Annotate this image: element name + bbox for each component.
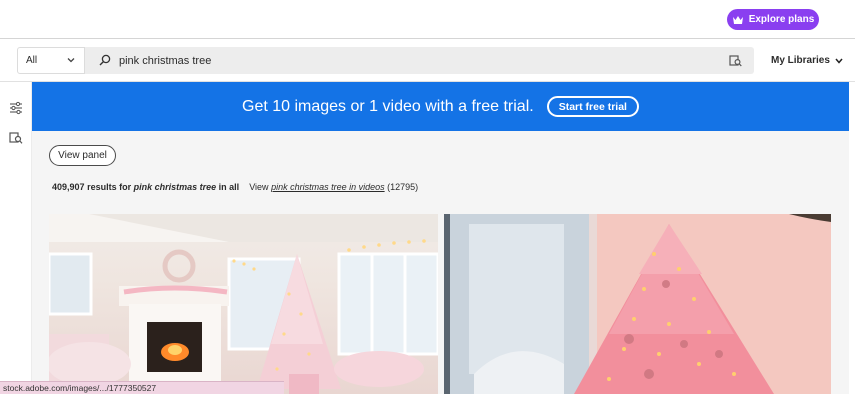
chevron-down-icon [67, 58, 75, 63]
magnifier-icon [99, 54, 111, 66]
search-bar: All pink christmas tree My Libraries [0, 40, 855, 82]
left-rail [0, 82, 32, 394]
chevron-down-icon [835, 58, 843, 64]
results-summary: 409,907 results for pink christmas tree … [52, 182, 418, 192]
scrollbar[interactable] [849, 82, 855, 394]
crown-icon [732, 15, 743, 24]
living-room-pink-tree-photo [49, 214, 438, 394]
video-results-link[interactable]: pink christmas tree in videos [271, 182, 385, 192]
top-bar: Explore plans [0, 0, 855, 39]
view-panel-button[interactable]: View panel [49, 145, 116, 166]
my-libraries-label: My Libraries [771, 55, 830, 66]
pink-christmas-tree-window-photo [444, 214, 831, 394]
view-prefix: View [249, 182, 269, 192]
my-libraries-menu[interactable]: My Libraries [771, 55, 843, 66]
status-bar-url: stock.adobe.com/images/.../1777350527 [0, 381, 284, 394]
results-text: results for [87, 182, 132, 192]
main-content: Get 10 images or 1 video with a free tri… [32, 82, 855, 394]
visual-search-icon[interactable] [9, 131, 23, 145]
result-image-2[interactable] [444, 214, 831, 394]
search-input[interactable]: pink christmas tree [85, 47, 754, 74]
result-image-1[interactable] [49, 214, 438, 394]
explore-plans-button[interactable]: Explore plans [727, 9, 819, 30]
search-scope-value: All [26, 55, 38, 66]
video-results-count: (12795) [387, 182, 419, 192]
free-trial-banner: Get 10 images or 1 video with a free tri… [32, 82, 849, 131]
search-query-text: pink christmas tree [119, 55, 212, 67]
search-scope-select[interactable]: All [17, 47, 85, 74]
results-scope: in all [218, 182, 240, 192]
explore-plans-label: Explore plans [748, 14, 815, 25]
start-free-trial-button[interactable]: Start free trial [546, 96, 639, 117]
filters-icon[interactable] [9, 101, 23, 115]
visual-search-icon[interactable] [729, 54, 742, 67]
results-query: pink christmas tree [133, 182, 217, 192]
banner-text: Get 10 images or 1 video with a free tri… [242, 97, 534, 115]
results-count: 409,907 [52, 182, 85, 192]
